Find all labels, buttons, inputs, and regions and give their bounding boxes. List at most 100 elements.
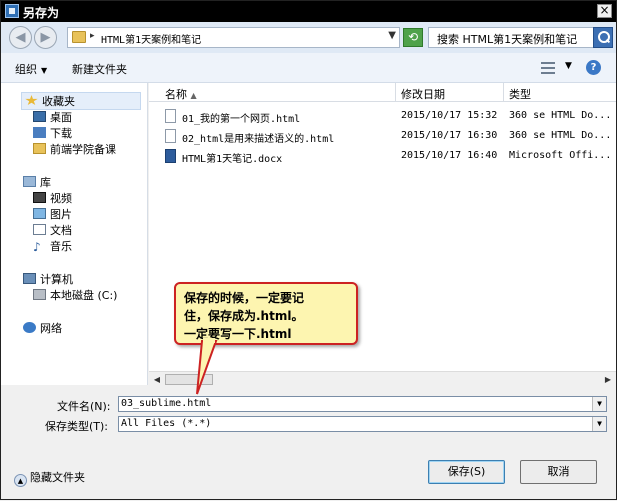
organize-label: 组织: [15, 63, 37, 76]
file-name: HTML第1天笔记.docx: [182, 154, 283, 165]
nav-item-videos[interactable]: 视频: [33, 190, 72, 206]
nav-computer-label: 计算机: [40, 273, 73, 286]
scroll-right-icon[interactable]: ▶: [601, 373, 615, 386]
breadcrumb-path[interactable]: HTML第1天案例和笔记: [101, 31, 201, 46]
new-folder-button[interactable]: 新建文件夹: [72, 61, 127, 77]
video-icon: [33, 192, 46, 203]
word-file-icon: [165, 149, 176, 163]
title-bar: 另存为 ×: [1, 1, 616, 22]
search-input[interactable]: 搜索 HTML第1天案例和笔记: [428, 27, 613, 48]
nav-item-frontend[interactable]: 前端学院备课: [33, 141, 116, 157]
nav-item-label: 音乐: [50, 240, 72, 253]
star-icon: [25, 95, 38, 106]
document-icon: [33, 224, 46, 235]
nav-item-label: 图片: [50, 208, 72, 221]
html-file-icon: [165, 129, 176, 143]
breadcrumb-arrow-icon[interactable]: ▸: [90, 31, 95, 41]
filename-field[interactable]: 03_sublime.html ▼: [118, 396, 607, 412]
filename-value: 03_sublime.html: [121, 398, 212, 409]
filetype-dropdown-icon[interactable]: ▼: [592, 417, 606, 431]
column-divider[interactable]: [395, 83, 396, 102]
filetype-label: 保存类型(T):: [45, 420, 109, 433]
library-icon: [23, 176, 36, 187]
filename-label: 文件名(N):: [57, 400, 111, 413]
nav-favorites[interactable]: 收藏夹: [21, 92, 141, 110]
folder-icon: [72, 31, 86, 43]
search-icon[interactable]: [593, 27, 613, 48]
file-type: Microsoft Offi...: [509, 150, 612, 161]
nav-favorites-label: 收藏夹: [42, 95, 75, 108]
nav-item-local-disk[interactable]: 本地磁盘 (C:): [33, 287, 117, 303]
filename-dropdown-icon[interactable]: ▼: [592, 397, 606, 411]
nav-item-label: 前端学院备课: [50, 143, 116, 156]
file-date: 2015/10/17 16:30: [401, 130, 498, 141]
desktop-icon: [33, 111, 46, 122]
nav-item-music[interactable]: ♪ 音乐: [33, 238, 72, 254]
hide-folders-label: 隐藏文件夹: [30, 471, 85, 484]
address-row: ◀ ▶ ▸ HTML第1天案例和笔记 ▼ ⟲ 搜索 HTML第1天案例和笔记: [1, 22, 616, 53]
file-row[interactable]: 02_html是用来描述语义的.html 2015/10/17 16:30 36…: [149, 127, 616, 147]
file-date: 2015/10/17 16:40: [401, 150, 498, 161]
nav-computer[interactable]: 计算机: [23, 271, 73, 287]
nav-item-label: 本地磁盘 (C:): [50, 289, 118, 302]
view-list-icon[interactable]: [541, 62, 555, 74]
navigation-pane: 收藏夹 桌面 下载 前端学院备课 库 视频 图片 文档 ♪ 音乐 计算机 本地磁盘…: [1, 83, 148, 385]
annotation-callout: 保存的时候，一定要记 住，保存成为.html。 一定要写一下.html: [174, 282, 358, 345]
file-row[interactable]: HTML第1天笔记.docx 2015/10/17 16:40 Microsof…: [149, 147, 616, 167]
nav-network[interactable]: 网络: [23, 320, 62, 336]
callout-line: 住，保存成为.html。: [184, 309, 304, 323]
callout-line: 保存的时候，一定要记: [184, 291, 305, 305]
view-dropdown-icon[interactable]: ▼: [565, 61, 572, 71]
save-button[interactable]: 保存(S): [428, 460, 505, 484]
download-icon: [33, 127, 46, 138]
callout-line: 一定要写一下.html: [184, 327, 292, 341]
file-type: 360 se HTML Do...: [509, 110, 612, 121]
nav-item-label: 下载: [50, 127, 72, 140]
forward-button[interactable]: ▶: [34, 26, 57, 49]
folder-icon: [33, 143, 46, 154]
nav-libraries[interactable]: 库: [23, 174, 51, 190]
hide-folders-button[interactable]: ▲ 隐藏文件夹: [14, 469, 90, 487]
help-icon[interactable]: ?: [586, 60, 601, 75]
organize-button[interactable]: 组织 ▼: [15, 61, 47, 77]
nav-item-desktop[interactable]: 桌面: [33, 109, 72, 125]
scroll-left-icon[interactable]: ◀: [150, 373, 164, 386]
chevron-up-icon: ▲: [14, 474, 27, 487]
window-icon: [5, 4, 19, 18]
column-divider[interactable]: [503, 83, 504, 102]
nav-item-label: 文档: [50, 224, 72, 237]
chevron-down-icon: ▼: [41, 66, 48, 75]
file-name: 01_我的第一个网页.html: [182, 114, 301, 125]
file-date: 2015/10/17 15:32: [401, 110, 498, 121]
column-type[interactable]: 类型: [509, 86, 531, 102]
window-title: 另存为: [23, 6, 60, 20]
back-button[interactable]: ◀: [9, 26, 32, 49]
column-header: 名称 ▲ 修改日期 类型: [149, 83, 616, 102]
column-name-label: 名称: [165, 88, 187, 101]
file-row[interactable]: 01_我的第一个网页.html 2015/10/17 15:32 360 se …: [149, 107, 616, 127]
music-icon: ♪: [33, 240, 41, 254]
address-bar[interactable]: ▸ HTML第1天案例和笔记 ▼: [67, 27, 400, 48]
picture-icon: [33, 208, 46, 219]
column-name[interactable]: 名称 ▲: [165, 86, 197, 102]
file-type: 360 se HTML Do...: [509, 130, 612, 141]
close-button[interactable]: ×: [597, 4, 612, 18]
computer-icon: [23, 273, 36, 284]
html-file-icon: [165, 109, 176, 123]
network-icon: [23, 322, 36, 333]
column-date[interactable]: 修改日期: [401, 86, 445, 102]
nav-item-label: 视频: [50, 192, 72, 205]
refresh-button[interactable]: ⟲: [403, 28, 423, 47]
sort-asc-icon: ▲: [190, 91, 197, 100]
address-dropdown-icon[interactable]: ▼: [388, 30, 396, 41]
file-name: 02_html是用来描述语义的.html: [182, 134, 335, 145]
nav-item-pictures[interactable]: 图片: [33, 206, 72, 222]
filetype-select[interactable]: All Files (*.*) ▼: [118, 416, 607, 432]
nav-item-documents[interactable]: 文档: [33, 222, 72, 238]
filetype-value: All Files (*.*): [121, 418, 212, 429]
cancel-button[interactable]: 取消: [520, 460, 597, 484]
horizontal-scrollbar[interactable]: ◀ ▶: [149, 371, 616, 386]
nav-item-downloads[interactable]: 下载: [33, 125, 72, 141]
search-placeholder: 搜索 HTML第1天案例和笔记: [437, 33, 578, 46]
scroll-thumb[interactable]: [165, 374, 213, 385]
